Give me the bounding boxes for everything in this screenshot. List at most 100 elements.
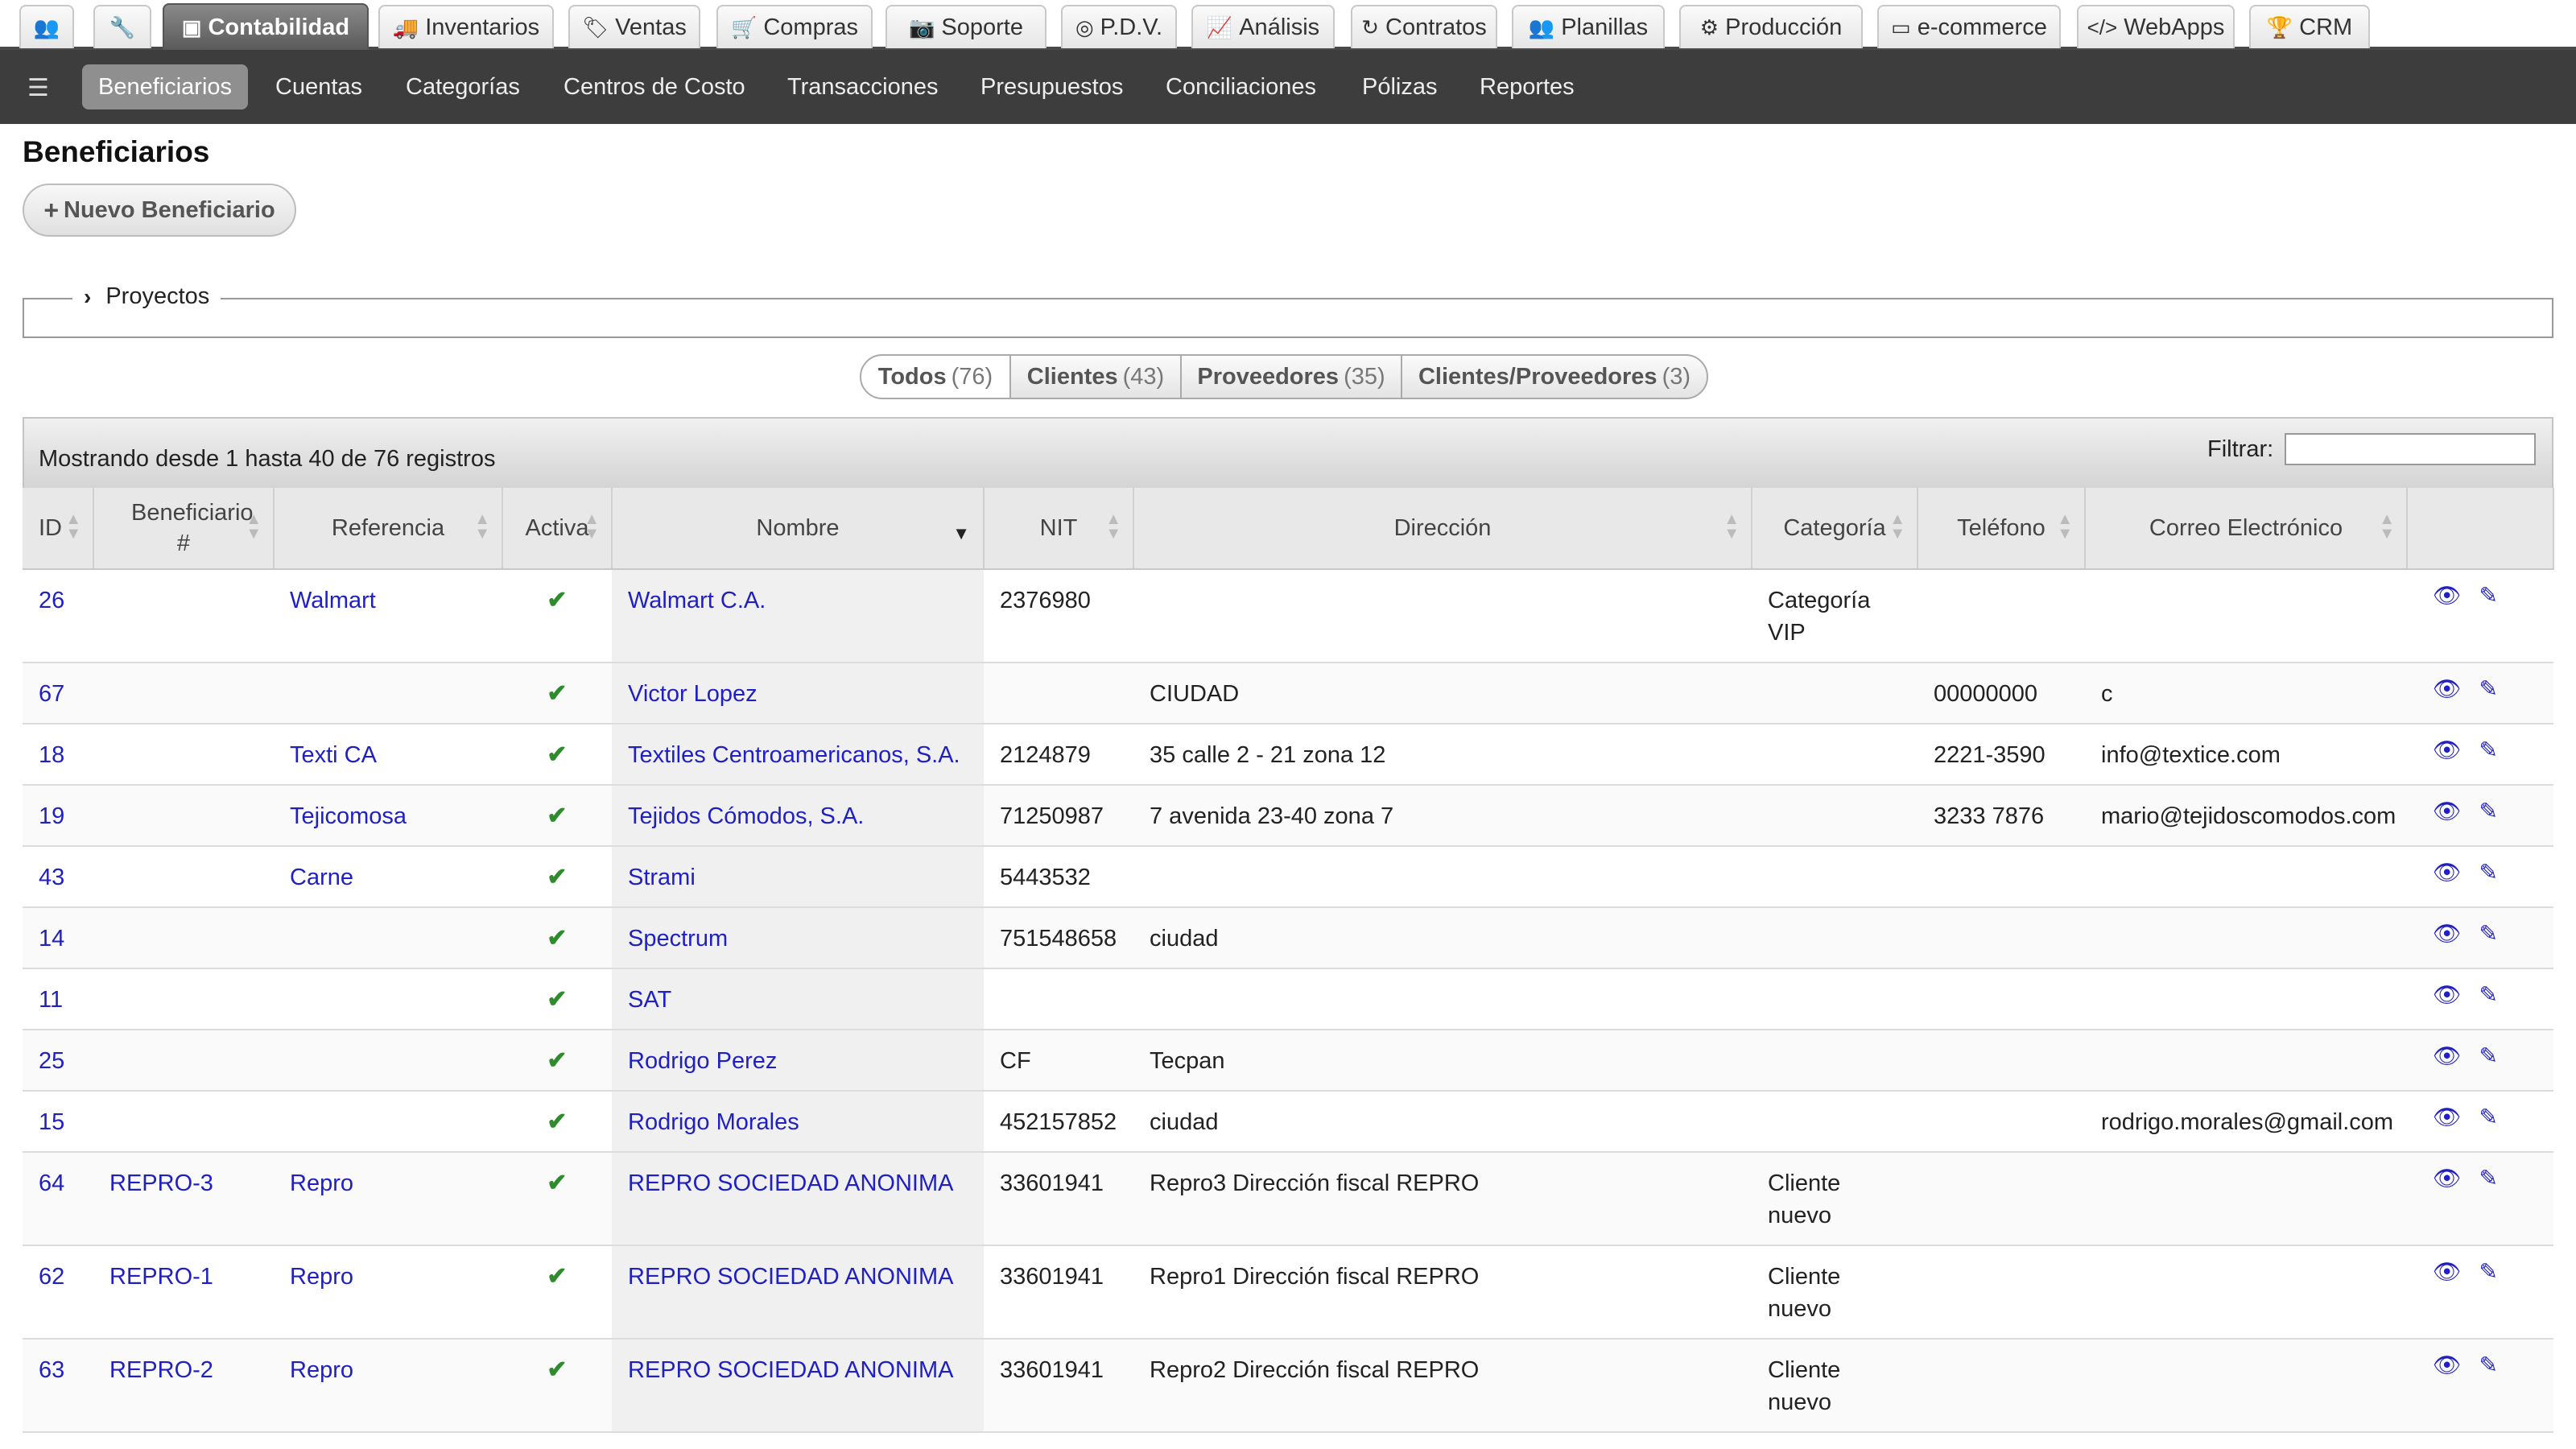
filter-proveedores[interactable]: Proveedores (35): [1180, 354, 1402, 399]
subnav-item-cuentas[interactable]: Cuentas: [259, 64, 378, 109]
edit-icon[interactable]: ✎: [2479, 1256, 2498, 1288]
cell-nom[interactable]: SAT: [612, 968, 984, 1030]
cell-id[interactable]: 11: [23, 968, 93, 1030]
column-header-cat[interactable]: Categoría ▲ ▼: [1752, 488, 1918, 570]
eye-icon[interactable]: 👁: [2433, 795, 2462, 828]
column-header-tel[interactable]: Teléfono ▲ ▼: [1918, 488, 2086, 570]
module-tab-inventarios[interactable]: 🚚 Inventarios: [378, 5, 554, 48]
cell-ben[interactable]: REPRO-1: [93, 1245, 274, 1340]
cell-nom[interactable]: Strami: [612, 846, 984, 908]
subnav-item-reportes[interactable]: Reportes: [1463, 64, 1591, 109]
subnav-item-conciliaciones[interactable]: Conciliaciones: [1150, 64, 1332, 109]
cell-nom[interactable]: Tejidos Cómodos, S.A.: [612, 785, 984, 847]
cell-id[interactable]: 14: [23, 907, 93, 969]
module-tab-planillas[interactable]: 👥 Planillas: [1512, 5, 1665, 48]
cell-nom[interactable]: REPRO SOCIEDAD ANONIMA: [612, 1245, 984, 1340]
module-tab-e-commerce[interactable]: ▭ e-commerce: [1877, 5, 2061, 48]
column-header-nit[interactable]: NIT ▲ ▼: [984, 488, 1134, 570]
eye-icon[interactable]: 👁: [2433, 1162, 2462, 1195]
edit-icon[interactable]: ✎: [2479, 979, 2498, 1011]
eye-icon[interactable]: 👁: [2433, 918, 2462, 950]
cell-ref[interactable]: Texti CA: [274, 724, 502, 786]
column-header-id[interactable]: ID ▲ ▼: [23, 488, 94, 570]
edit-icon[interactable]: ✎: [2479, 918, 2498, 950]
column-header-dir[interactable]: Dirección ▲ ▼: [1133, 488, 1752, 570]
subnav-item-centros-de-costo[interactable]: Centros de Costo: [547, 64, 762, 109]
cell-ref[interactable]: Repro: [274, 1339, 502, 1433]
module-tab-contabilidad[interactable]: ▣ Contabilidad: [163, 3, 369, 50]
subnav-item-presupuestos[interactable]: Presupuestos: [964, 64, 1139, 109]
module-tab-crm[interactable]: 🏆 CRM: [2249, 5, 2370, 48]
eye-icon[interactable]: 👁: [2433, 1349, 2462, 1381]
cell-id[interactable]: 25: [23, 1030, 93, 1092]
sliders-icon[interactable]: ☰: [27, 74, 49, 102]
filter-input[interactable]: [2285, 433, 2536, 465]
eye-icon[interactable]: 👁: [2433, 734, 2462, 766]
new-beneficiary-button[interactable]: + Nuevo Beneficiario: [23, 184, 296, 237]
column-header-act[interactable]: Activa ▲ ▼: [502, 488, 613, 570]
cell-id[interactable]: 67: [23, 663, 93, 724]
edit-icon[interactable]: ✎: [2479, 1101, 2498, 1133]
column-header-mail[interactable]: Correo Electrónico ▲ ▼: [2085, 488, 2408, 570]
edit-icon[interactable]: ✎: [2479, 580, 2498, 612]
projects-toggle[interactable]: › Proyectos: [72, 283, 221, 310]
eye-icon[interactable]: 👁: [2433, 673, 2462, 705]
filter-todos[interactable]: Todos (76): [860, 354, 1011, 399]
subnav-item-p-lizas[interactable]: Pólizas: [1346, 64, 1454, 109]
cell-nom[interactable]: Textiles Centroamericanos, S.A.: [612, 724, 984, 786]
cell-ref[interactable]: Carne: [274, 846, 502, 908]
eye-icon[interactable]: 👁: [2433, 1040, 2462, 1072]
cell-id[interactable]: 62: [23, 1245, 93, 1340]
cell-ref[interactable]: Repro: [274, 1152, 502, 1246]
cell-nom[interactable]: REPRO SOCIEDAD ANONIMA: [612, 1339, 984, 1433]
eye-icon[interactable]: 👁: [2433, 1101, 2462, 1133]
eye-icon[interactable]: 👁: [2433, 580, 2462, 612]
module-tab-an-lisis[interactable]: 📈 Análisis: [1191, 5, 1335, 48]
subnav-item-categor-as[interactable]: Categorías: [390, 64, 536, 109]
module-tab-ventas[interactable]: 🏷 Ventas: [568, 5, 700, 48]
module-tab-contratos[interactable]: ↻ Contratos: [1351, 5, 1497, 48]
edit-icon[interactable]: ✎: [2479, 734, 2498, 766]
edit-icon[interactable]: ✎: [2479, 673, 2498, 705]
cell-ben[interactable]: REPRO-2: [93, 1339, 274, 1433]
cell-ref[interactable]: Walmart: [274, 569, 502, 663]
column-header-ref[interactable]: Referencia ▲ ▼: [274, 488, 503, 570]
cell-id[interactable]: 19: [23, 785, 93, 847]
eye-icon[interactable]: 👁: [2433, 1256, 2462, 1288]
module-tab-users[interactable]: 👥: [19, 5, 74, 48]
column-header-nom[interactable]: Nombre ▼: [612, 488, 985, 570]
cell-id[interactable]: 63: [23, 1339, 93, 1433]
module-tab-soporte[interactable]: 📷 Soporte: [886, 5, 1046, 48]
cell-nom[interactable]: Walmart C.A.: [612, 569, 984, 663]
cell-id[interactable]: 15: [23, 1091, 93, 1153]
cell-nom[interactable]: Rodrigo Perez: [612, 1030, 984, 1092]
edit-icon[interactable]: ✎: [2479, 1162, 2498, 1195]
column-header-ben[interactable]: Beneficiario # ▲ ▼: [93, 488, 275, 570]
cell-id[interactable]: 26: [23, 569, 93, 663]
cell-id[interactable]: 64: [23, 1152, 93, 1246]
eye-icon[interactable]: 👁: [2433, 857, 2462, 889]
eye-icon[interactable]: 👁: [2433, 979, 2462, 1011]
cell-id[interactable]: 43: [23, 846, 93, 908]
cell-nom[interactable]: Spectrum: [612, 907, 984, 969]
module-tab-p-d-v-[interactable]: ◎ P.D.V.: [1061, 5, 1177, 48]
edit-icon[interactable]: ✎: [2479, 795, 2498, 828]
filter-clientes[interactable]: Clientes (43): [1009, 354, 1182, 399]
cell-nom[interactable]: Rodrigo Morales: [612, 1091, 984, 1153]
cell-ben[interactable]: REPRO-3: [93, 1152, 274, 1246]
edit-icon[interactable]: ✎: [2479, 1349, 2498, 1381]
module-tab-wrench[interactable]: 🔧: [93, 5, 151, 48]
edit-icon[interactable]: ✎: [2479, 857, 2498, 889]
cell-id[interactable]: 18: [23, 724, 93, 786]
module-tab-compras[interactable]: 🛒 Compras: [716, 5, 873, 48]
subnav-item-beneficiarios[interactable]: Beneficiarios: [82, 64, 249, 109]
module-tab-producci-n[interactable]: ⚙ Producción: [1679, 5, 1863, 48]
subnav-item-transacciones[interactable]: Transacciones: [771, 64, 955, 109]
cell-ref[interactable]: Repro: [274, 1245, 502, 1340]
cell-ref[interactable]: Tejicomosa: [274, 785, 502, 847]
cell-nom[interactable]: REPRO SOCIEDAD ANONIMA: [612, 1152, 984, 1246]
filter-clientes-proveedores[interactable]: Clientes/Proveedores (3): [1401, 354, 1708, 399]
edit-icon[interactable]: ✎: [2479, 1040, 2498, 1072]
cell-nom[interactable]: Victor Lopez: [612, 663, 984, 724]
module-tab-webapps[interactable]: </> WebApps: [2077, 5, 2235, 48]
